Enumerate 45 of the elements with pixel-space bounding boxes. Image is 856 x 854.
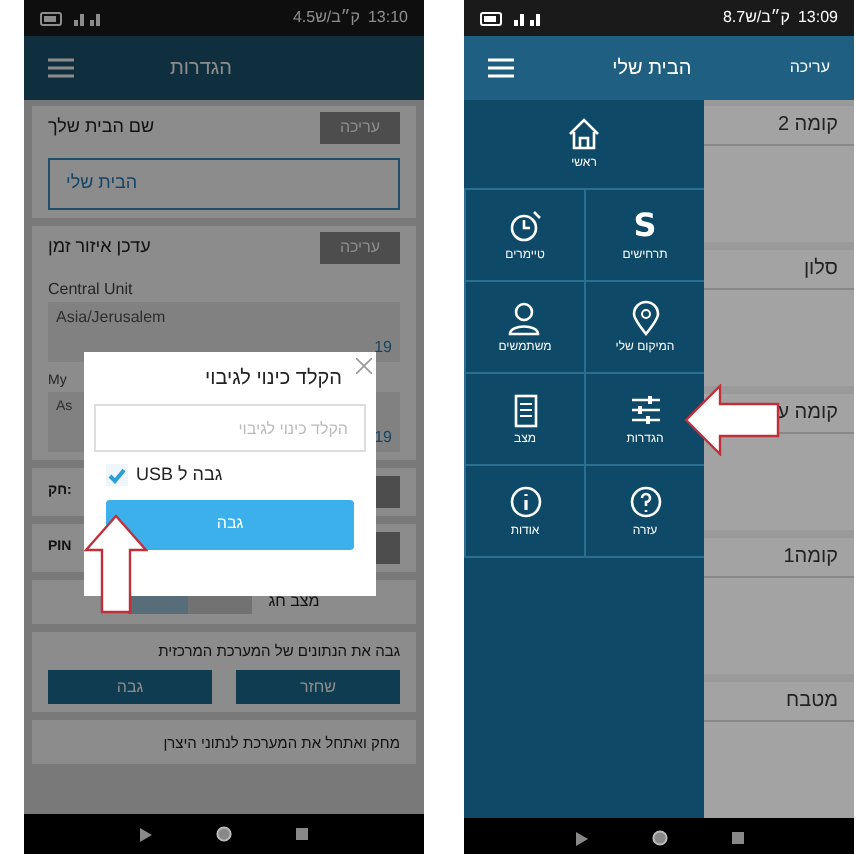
square-icon[interactable] (731, 832, 743, 844)
time-value: 19 (374, 336, 392, 360)
sliders-icon (627, 391, 663, 427)
person-icon (507, 299, 543, 335)
location-pin-icon (627, 299, 663, 335)
screen-title: הגדרות (170, 55, 232, 83)
room-name: קומה 2 (704, 106, 854, 146)
back-icon[interactable] (140, 827, 152, 841)
action-button[interactable]: שחזר (236, 670, 400, 705)
usb-checkbox[interactable] (106, 464, 128, 487)
alarm-clock-icon (507, 207, 543, 243)
signal-icon (512, 11, 544, 25)
room-name: מטבח (704, 682, 854, 722)
room-name: קומה1 (704, 538, 854, 578)
home-circle-icon[interactable] (651, 830, 667, 846)
menu-icon[interactable] (488, 58, 514, 78)
arrow-drawing (684, 384, 780, 456)
clock-time: 13:10 (367, 6, 408, 30)
house-icon (566, 116, 602, 152)
field-label: שם הבית שלך (48, 114, 155, 141)
edit-link[interactable]: עריכה (789, 56, 830, 80)
dialog-title: הקלד כינוי לגיבוי (205, 365, 342, 394)
nickname-field[interactable]: הקלד כינוי לגיבוי (94, 404, 366, 452)
time-value: 19 (374, 426, 392, 450)
letter-s-icon: S (633, 207, 657, 243)
home-circle-icon[interactable] (216, 826, 232, 842)
question-icon (627, 483, 663, 519)
menu-icon[interactable] (48, 58, 74, 78)
battery-icon (40, 11, 64, 25)
checkbox-label: גבה ל USB (136, 462, 223, 488)
field-label: Central Unit (46, 278, 135, 302)
toggle-label: מצב חג (268, 590, 320, 614)
back-icon[interactable] (575, 831, 587, 845)
close-icon[interactable] (356, 358, 372, 374)
info-icon (507, 483, 543, 519)
signal-icon (72, 11, 104, 25)
field-label: עדכן איזור זמן (48, 234, 151, 261)
network-speed: 8.7ק״ב/ש (722, 6, 790, 30)
screen-title: הבית שלי (612, 55, 692, 83)
clock-time: 13:09 (797, 6, 838, 30)
network-speed: 4.5ק״ב/ש (292, 6, 360, 30)
action-button[interactable]: גבה (48, 670, 212, 705)
room-name: סלון (704, 250, 854, 290)
battery-icon (480, 11, 504, 25)
timezone-value: Asia/Jerusalem (56, 306, 168, 330)
